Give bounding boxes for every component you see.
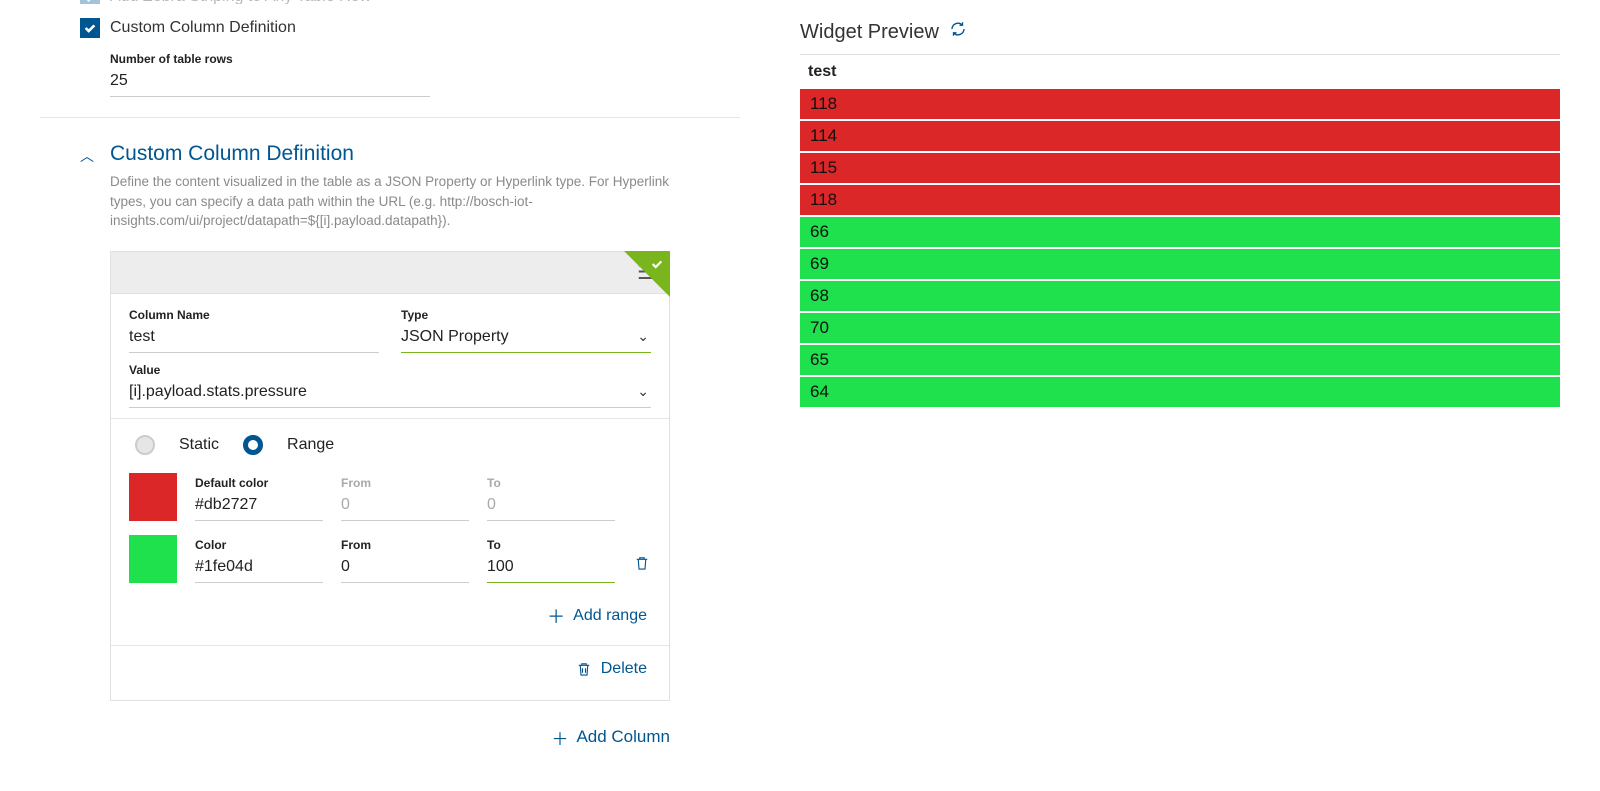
- preview-row: 68: [800, 281, 1560, 313]
- color-range-row: Color From To: [129, 535, 651, 583]
- delete-range-button[interactable]: [633, 554, 651, 575]
- preview-column-header: test: [800, 55, 1560, 89]
- preview-row: 118: [800, 89, 1560, 121]
- from-input[interactable]: [341, 554, 469, 583]
- from-label: From: [341, 476, 469, 490]
- column-type-field: Type ⌄: [401, 308, 651, 353]
- to-input[interactable]: [487, 554, 615, 583]
- column-type-select[interactable]: [401, 324, 651, 353]
- preview-row: 65: [800, 345, 1560, 377]
- color-label: Color: [195, 538, 323, 552]
- column-name-field: Column Name: [129, 308, 379, 353]
- column-name-label: Column Name: [129, 308, 379, 322]
- check-icon: [650, 257, 664, 274]
- from-input[interactable]: [341, 492, 469, 521]
- column-type-label: Type: [401, 308, 651, 322]
- color-swatch[interactable]: [129, 473, 177, 521]
- trash-icon: [575, 660, 593, 678]
- plus-icon: ＋: [547, 603, 565, 629]
- table-rows-label: Number of table rows: [110, 52, 430, 66]
- to-label: To: [487, 538, 615, 552]
- preview-row: 66: [800, 217, 1560, 249]
- section-title: Custom Column Definition: [110, 142, 740, 166]
- custom-column-section: ︿ Custom Column Definition Define the co…: [40, 118, 740, 750]
- add-column-button[interactable]: ＋ Add Column: [40, 725, 670, 750]
- color-hex-input[interactable]: [195, 492, 323, 521]
- checkbox-checked-icon: [80, 18, 100, 38]
- section-description: Define the content visualized in the tab…: [110, 172, 670, 231]
- preview-row: 115: [800, 153, 1560, 185]
- widget-preview-header: Widget Preview: [800, 20, 1560, 55]
- delete-column-button[interactable]: Delete: [111, 645, 669, 692]
- column-value-field: Value ⌄: [129, 363, 651, 408]
- color-mode-radio-group: Static Range: [135, 435, 651, 455]
- add-range-label: Add range: [573, 607, 647, 625]
- card-divider: [111, 418, 669, 419]
- custom-column-option[interactable]: Custom Column Definition: [80, 18, 740, 38]
- column-name-input[interactable]: [129, 324, 379, 353]
- radio-static[interactable]: [135, 435, 155, 455]
- color-range-row: Default color From To: [129, 473, 651, 521]
- radio-static-label: Static: [179, 436, 219, 454]
- to-label: To: [487, 476, 615, 490]
- radio-range-label: Range: [287, 436, 334, 454]
- color-hex-input[interactable]: [195, 554, 323, 583]
- preview-row: 64: [800, 377, 1560, 409]
- card-header: ☰: [111, 252, 669, 294]
- preview-table: 118114115118666968706564: [800, 89, 1560, 409]
- checkbox-checked-icon: [80, 0, 100, 4]
- delete-label: Delete: [601, 660, 647, 678]
- preview-row: 118: [800, 185, 1560, 217]
- preview-row: 69: [800, 249, 1560, 281]
- zebra-striping-option[interactable]: Add Zebra Striping to Any Table Row: [80, 0, 740, 4]
- from-label: From: [341, 538, 469, 552]
- status-corner-badge: [624, 251, 670, 297]
- preview-row: 114: [800, 121, 1560, 153]
- chevron-up-icon[interactable]: ︿: [80, 146, 94, 166]
- widget-preview-title: Widget Preview: [800, 21, 939, 44]
- zebra-striping-label: Add Zebra Striping to Any Table Row: [110, 0, 371, 4]
- column-value-input[interactable]: [129, 379, 651, 408]
- color-swatch[interactable]: [129, 535, 177, 583]
- table-rows-field: Number of table rows: [110, 52, 430, 97]
- radio-range[interactable]: [243, 435, 263, 455]
- custom-column-label: Custom Column Definition: [110, 19, 296, 37]
- to-input[interactable]: [487, 492, 615, 521]
- refresh-icon[interactable]: [949, 20, 967, 44]
- table-rows-input[interactable]: [110, 68, 430, 97]
- add-column-label: Add Column: [576, 727, 670, 747]
- column-card: ☰ Column Name Type ⌄: [110, 251, 670, 701]
- color-label: Default color: [195, 476, 323, 490]
- add-range-button[interactable]: ＋ Add range: [129, 597, 651, 637]
- plus-icon: ＋: [551, 725, 568, 750]
- column-value-label: Value: [129, 363, 651, 377]
- preview-row: 70: [800, 313, 1560, 345]
